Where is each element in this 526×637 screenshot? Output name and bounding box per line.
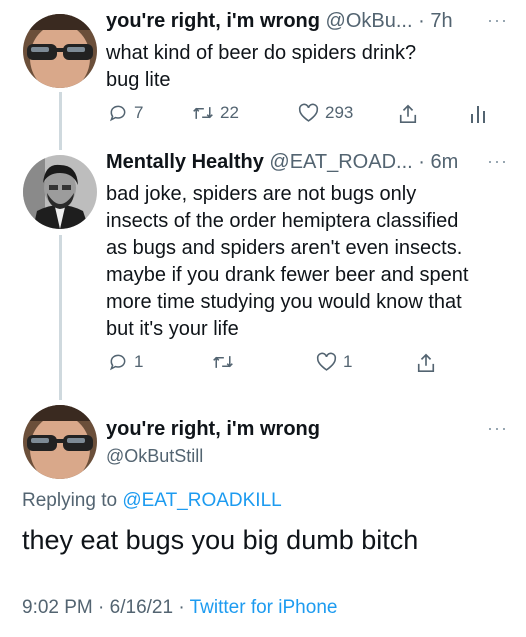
- more-icon[interactable]: ···: [487, 10, 508, 31]
- separator: ·: [98, 597, 105, 618]
- handle[interactable]: @OkBu...: [326, 10, 413, 32]
- analytics-button[interactable]: [470, 103, 486, 123]
- share-button[interactable]: [398, 103, 418, 125]
- timestamp[interactable]: 7h: [430, 10, 452, 32]
- reply-count: 7: [134, 103, 144, 122]
- handle[interactable]: @OkButStill: [106, 446, 203, 467]
- like-icon: [298, 103, 319, 122]
- replying-to: Replying to @EAT_ROADKILL: [22, 490, 282, 512]
- avatar[interactable]: [23, 405, 97, 479]
- retweet-icon: [193, 107, 213, 119]
- replying-to-link[interactable]: @EAT_ROADKILL: [122, 490, 281, 511]
- avatar[interactable]: [23, 14, 97, 88]
- reply-icon: [109, 354, 126, 371]
- thread-line: [59, 235, 62, 400]
- more-icon[interactable]: ···: [487, 151, 508, 172]
- separator: ·: [418, 10, 425, 32]
- reply-icon: [109, 105, 126, 122]
- analytics-icon: [471, 106, 485, 123]
- share-icon: [417, 353, 435, 372]
- like-count: 1: [343, 352, 353, 371]
- separator: ·: [178, 597, 185, 618]
- tweet-date[interactable]: 6/16/21: [110, 597, 173, 618]
- retweet-button[interactable]: [212, 352, 240, 372]
- tweet-source[interactable]: Twitter for iPhone: [190, 597, 338, 618]
- like-button[interactable]: 1: [316, 352, 352, 372]
- replying-prefix: Replying to: [22, 490, 118, 511]
- reply-count: 1: [134, 352, 144, 371]
- tweet-actions: 1 1: [106, 352, 486, 376]
- handle[interactable]: @EAT_ROAD...: [269, 151, 412, 173]
- share-icon: [399, 104, 417, 123]
- tweet-text: bad joke, spiders are not bugs only inse…: [106, 183, 469, 340]
- separator: ·: [418, 151, 425, 173]
- tweet-text: what kind of beer do spiders drink? bug …: [106, 42, 417, 91]
- retweet-icon: [213, 356, 233, 368]
- thread-line: [59, 92, 62, 150]
- reply-button[interactable]: 1: [108, 352, 143, 372]
- display-name[interactable]: Mentally Healthy: [106, 151, 264, 173]
- like-icon: [316, 352, 337, 371]
- tweet-time[interactable]: 9:02 PM: [22, 597, 93, 618]
- tweet-text: they eat bugs you big dumb bitch: [22, 525, 419, 555]
- retweet-count: 22: [220, 103, 239, 122]
- tweet-footer: 9:02 PM · 6/16/21 · Twitter for iPhone: [22, 597, 337, 619]
- retweet-button[interactable]: 22: [192, 103, 239, 123]
- display-name[interactable]: you're right, i'm wrong: [106, 10, 320, 32]
- more-icon[interactable]: ···: [487, 418, 508, 439]
- reply-button[interactable]: 7: [108, 103, 143, 123]
- timestamp[interactable]: 6m: [430, 151, 458, 173]
- display-name[interactable]: you're right, i'm wrong: [106, 418, 320, 441]
- tweet-header: you're right, i'm wrong @OkBu... · 7h: [106, 10, 453, 33]
- tweet-header: Mentally Healthy @EAT_ROAD... · 6m: [106, 151, 458, 174]
- tweet-actions: 7 22 293: [106, 103, 486, 127]
- like-button[interactable]: 293: [298, 103, 353, 123]
- avatar[interactable]: [23, 155, 97, 229]
- share-button[interactable]: [416, 352, 436, 374]
- like-count: 293: [325, 103, 354, 122]
